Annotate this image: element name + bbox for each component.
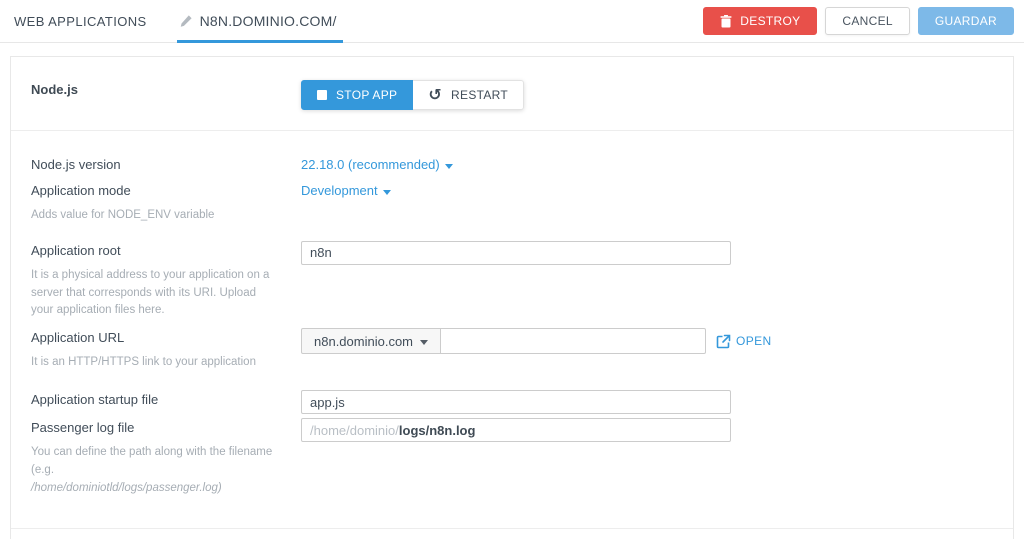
app-control-section: Node.js STOP APP ↺ RESTART — [11, 57, 1013, 130]
stop-icon — [317, 90, 327, 100]
nodejs-version-value: 22.18.0 (recommended) — [301, 155, 440, 175]
passenger-log-label: Passenger log file — [31, 418, 281, 438]
application-root-label-col: Application root It is a physical addres… — [31, 241, 301, 320]
chevron-down-icon — [383, 190, 391, 195]
application-url-label-col: Application URL It is an HTTP/HTTPS link… — [31, 328, 301, 372]
application-startup-row: Application startup file — [31, 390, 993, 414]
nodejs-version-dropdown[interactable]: 22.18.0 (recommended) — [301, 155, 453, 175]
header: WEB APPLICATIONS N8N.DOMINIO.COM/ DESTRO… — [0, 0, 1024, 43]
application-url-row: Application URL It is an HTTP/HTTPS link… — [31, 328, 993, 372]
restart-label: RESTART — [451, 88, 508, 102]
chevron-down-icon — [420, 340, 428, 345]
nodejs-version-row: Node.js version 22.18.0 (recommended) — [31, 155, 993, 175]
destroy-button-label: DESTROY — [740, 14, 800, 28]
destroy-button[interactable]: DESTROY — [703, 7, 817, 35]
save-button-label: GUARDAR — [935, 14, 997, 28]
application-url-path-input[interactable] — [441, 328, 706, 354]
passenger-log-help-text: You can define the path along with the f… — [31, 446, 272, 476]
external-link-icon — [716, 334, 731, 349]
application-mode-row: Application mode Adds value for NODE_ENV… — [31, 181, 993, 225]
passenger-log-prefix: /home/dominio/ — [310, 423, 399, 438]
app-title-editable[interactable]: N8N.DOMINIO.COM/ — [177, 0, 343, 43]
app-title-text: N8N.DOMINIO.COM/ — [200, 13, 337, 29]
passenger-log-value: logs/n8n.log — [399, 423, 476, 438]
passenger-log-label-col: Passenger log file You can define the pa… — [31, 418, 301, 497]
main-panel: Node.js STOP APP ↺ RESTART Node.js versi… — [10, 56, 1014, 539]
passenger-log-help: You can define the path along with the f… — [31, 444, 281, 497]
application-root-label: Application root — [31, 241, 281, 261]
application-url-label: Application URL — [31, 328, 281, 348]
nodejs-version-label: Node.js version — [31, 155, 281, 175]
passenger-log-input[interactable]: /home/dominio/logs/n8n.log — [301, 418, 731, 442]
application-startup-input[interactable] — [301, 390, 731, 414]
chevron-down-icon — [445, 164, 453, 169]
nodejs-version-label-col: Node.js version — [31, 155, 301, 175]
open-app-link[interactable]: OPEN — [716, 331, 772, 351]
application-url-domain-select[interactable]: n8n.dominio.com — [301, 328, 441, 354]
passenger-log-help-example: /home/dominiotld/logs/passenger.log) — [31, 482, 222, 494]
application-url-help: It is an HTTP/HTTPS link to your applica… — [31, 354, 281, 372]
application-mode-help: Adds value for NODE_ENV variable — [31, 207, 281, 225]
pencil-edit-icon — [179, 14, 193, 28]
application-startup-label-col: Application startup file — [31, 390, 301, 410]
application-root-row: Application root It is a physical addres… — [31, 241, 993, 320]
cancel-button[interactable]: CANCEL — [825, 7, 909, 35]
breadcrumb-section-title: WEB APPLICATIONS — [14, 14, 147, 29]
save-button[interactable]: GUARDAR — [918, 7, 1014, 35]
config-files-section: Detected configuration files ▶ Run NPM I… — [11, 529, 1013, 539]
restart-icon: ↺ — [428, 87, 442, 103]
application-mode-value: Development — [301, 181, 378, 201]
application-mode-label: Application mode — [31, 181, 281, 201]
cancel-button-label: CANCEL — [842, 14, 892, 28]
passenger-log-row: Passenger log file You can define the pa… — [31, 418, 993, 497]
restart-button[interactable]: ↺ RESTART — [413, 80, 524, 110]
application-mode-label-col: Application mode Adds value for NODE_ENV… — [31, 181, 301, 225]
stop-app-button[interactable]: STOP APP — [301, 80, 413, 110]
app-label-col: Node.js — [31, 80, 301, 100]
application-startup-label: Application startup file — [31, 390, 281, 410]
stop-app-label: STOP APP — [336, 88, 397, 102]
trash-icon — [720, 15, 732, 28]
form-section: Node.js version 22.18.0 (recommended) Ap… — [11, 131, 1013, 528]
application-url-domain-value: n8n.dominio.com — [314, 334, 413, 349]
open-app-label: OPEN — [736, 331, 772, 351]
application-root-help: It is a physical address to your applica… — [31, 267, 281, 320]
application-root-input[interactable] — [301, 241, 731, 265]
app-type-label: Node.js — [31, 80, 281, 100]
application-mode-dropdown[interactable]: Development — [301, 181, 391, 201]
app-control-buttons: STOP APP ↺ RESTART — [301, 80, 524, 110]
application-url-group: n8n.dominio.com — [301, 328, 706, 354]
